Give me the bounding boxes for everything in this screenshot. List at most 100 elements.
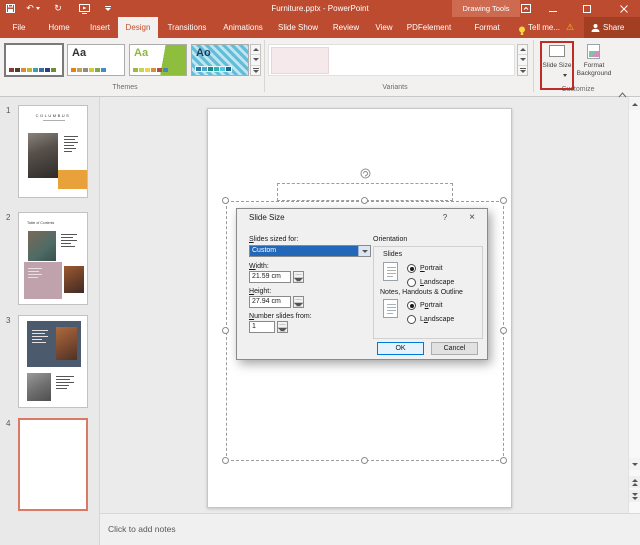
themes-scroll-up-button[interactable] <box>251 45 260 56</box>
ribbon-display-options-button[interactable] <box>514 0 538 17</box>
tab-pdfelement[interactable]: PDFelement <box>400 17 458 38</box>
resize-handle-bottom-left[interactable] <box>222 457 229 464</box>
next-slide-button[interactable] <box>629 490 640 502</box>
thumb2-text-lines <box>61 234 77 249</box>
warning-icon[interactable]: ⚠ <box>566 17 574 38</box>
resize-handle-top-center[interactable] <box>361 197 368 204</box>
slides-portrait-radio[interactable] <box>407 264 416 273</box>
width-label: Width: <box>249 263 269 270</box>
slide-number: 3 <box>6 316 11 325</box>
dialog-close-button[interactable]: × <box>465 212 479 223</box>
tab-slide-show[interactable]: Slide Show <box>272 17 324 38</box>
group-label-variants: Variants <box>382 84 408 91</box>
notes-landscape-radio[interactable] <box>407 315 416 324</box>
variants-scroll-up-button[interactable] <box>518 45 527 56</box>
ribbon-tab-bar: File Home Insert Design Transitions Anim… <box>0 17 640 38</box>
thumb1-photo <box>28 133 58 178</box>
previous-slide-button[interactable] <box>629 476 640 488</box>
theme-letters: Aa <box>134 47 149 59</box>
slide-number: 4 <box>6 419 11 428</box>
tab-design[interactable]: Design <box>118 17 158 38</box>
cancel-button[interactable]: Cancel <box>431 342 478 355</box>
title-bar: ↶ ↻ Furniture.pptx - PowerPoint Drawing … <box>0 0 640 17</box>
thumb3-accent-block <box>27 321 81 367</box>
close-window-button[interactable] <box>612 0 636 17</box>
tab-format[interactable]: Format <box>466 17 508 38</box>
slides-portrait-label: Portrait <box>420 265 443 272</box>
collapse-ribbon-icon <box>618 92 627 98</box>
share-button[interactable]: Share <box>584 17 640 38</box>
height-spinner[interactable] <box>293 296 304 308</box>
theme-thumbnail-office[interactable]: Aa <box>67 44 125 76</box>
tab-view[interactable]: View <box>368 17 400 38</box>
theme-swatches <box>133 68 168 72</box>
height-input[interactable]: 27.94 cm <box>249 296 291 308</box>
group-label-themes: Themes <box>112 84 138 91</box>
slide-number: 2 <box>6 213 11 222</box>
scroll-up-button[interactable] <box>629 98 640 110</box>
spin-up-icon <box>278 323 287 325</box>
spin-down-icon <box>294 302 303 307</box>
tell-me-box[interactable]: Tell me... <box>528 17 560 38</box>
scroll-down-button[interactable] <box>629 458 640 470</box>
thumb2-accent-block <box>24 262 62 299</box>
dialog-help-button[interactable]: ? <box>439 213 451 222</box>
notes-landscape-label: Landscape <box>420 316 455 323</box>
themes-gallery-scroll <box>250 44 261 76</box>
format-background-button[interactable]: Format Background <box>574 43 614 89</box>
resize-handle-top-right[interactable] <box>500 197 507 204</box>
notes-section-label: Notes, Handouts & Outline <box>380 289 463 296</box>
slide-thumbnail-1[interactable]: COLUMBUS <box>18 105 88 198</box>
minimize-icon <box>549 10 557 12</box>
resize-handle-bottom-right[interactable] <box>500 457 507 464</box>
thumb2-title: Table of Contents <box>27 221 55 225</box>
width-spinner[interactable] <box>293 271 304 283</box>
slides-landscape-radio[interactable] <box>407 278 416 287</box>
variants-gallery-more-button[interactable] <box>518 66 527 75</box>
resize-handle-bottom-center[interactable] <box>361 457 368 464</box>
variants-scroll-down-button[interactable] <box>518 55 527 66</box>
tab-home[interactable]: Home <box>40 17 78 38</box>
dropdown-chevron-icon[interactable] <box>358 246 370 256</box>
theme-thumbnail-integral[interactable]: Ao <box>191 44 249 76</box>
collapse-ribbon-button[interactable] <box>618 85 627 103</box>
slide-thumbnail-panel: 1 COLUMBUS 2 Table of Contents 3 4 <box>0 97 100 545</box>
notes-portrait-radio[interactable] <box>407 301 416 310</box>
ok-button[interactable]: OK <box>377 342 424 355</box>
theme-thumbnail-current[interactable] <box>4 43 64 77</box>
vertical-scrollbar[interactable] <box>628 97 640 513</box>
theme-letters: Aa <box>72 47 87 59</box>
tab-review[interactable]: Review <box>326 17 366 38</box>
number-from-spinner[interactable] <box>277 321 288 333</box>
tab-transitions[interactable]: Transitions <box>160 17 214 38</box>
minimize-button[interactable] <box>541 0 565 17</box>
themes-gallery-more-button[interactable] <box>251 66 260 75</box>
width-input[interactable]: 21.59 cm <box>249 271 291 283</box>
variant-thumbnail[interactable] <box>271 47 329 74</box>
sized-for-dropdown[interactable]: Custom <box>249 245 371 257</box>
number-from-input[interactable]: 1 <box>249 321 275 333</box>
tab-file[interactable]: File <box>4 17 34 38</box>
notes-pane[interactable]: Click to add notes <box>100 513 640 545</box>
resize-handle-middle-left[interactable] <box>222 327 229 334</box>
slide-thumbnail-3[interactable] <box>18 315 88 408</box>
slide-size-button[interactable]: Slide Size <box>542 43 572 89</box>
maximize-button[interactable] <box>575 0 599 17</box>
person-icon <box>591 24 600 32</box>
slide-thumbnail-2[interactable]: Table of Contents <box>18 212 88 305</box>
rotate-handle[interactable] <box>360 166 371 179</box>
resize-handle-middle-right[interactable] <box>500 327 507 334</box>
format-background-label: Format Background <box>576 62 612 77</box>
thumb3-photo-2 <box>27 373 51 401</box>
spin-up-icon <box>294 298 303 300</box>
themes-scroll-down-button[interactable] <box>251 55 260 66</box>
spin-down-icon <box>278 327 287 332</box>
rotate-handle-icon <box>360 168 371 179</box>
slide-thumbnail-4-selected[interactable] <box>18 418 88 511</box>
resize-handle-top-left[interactable] <box>222 197 229 204</box>
notes-placeholder-text: Click to add notes <box>108 524 176 534</box>
theme-thumbnail-facet[interactable]: Aa <box>129 44 187 76</box>
tab-animations[interactable]: Animations <box>216 17 270 38</box>
tab-insert[interactable]: Insert <box>82 17 118 38</box>
thumb2-photo <box>28 231 56 261</box>
